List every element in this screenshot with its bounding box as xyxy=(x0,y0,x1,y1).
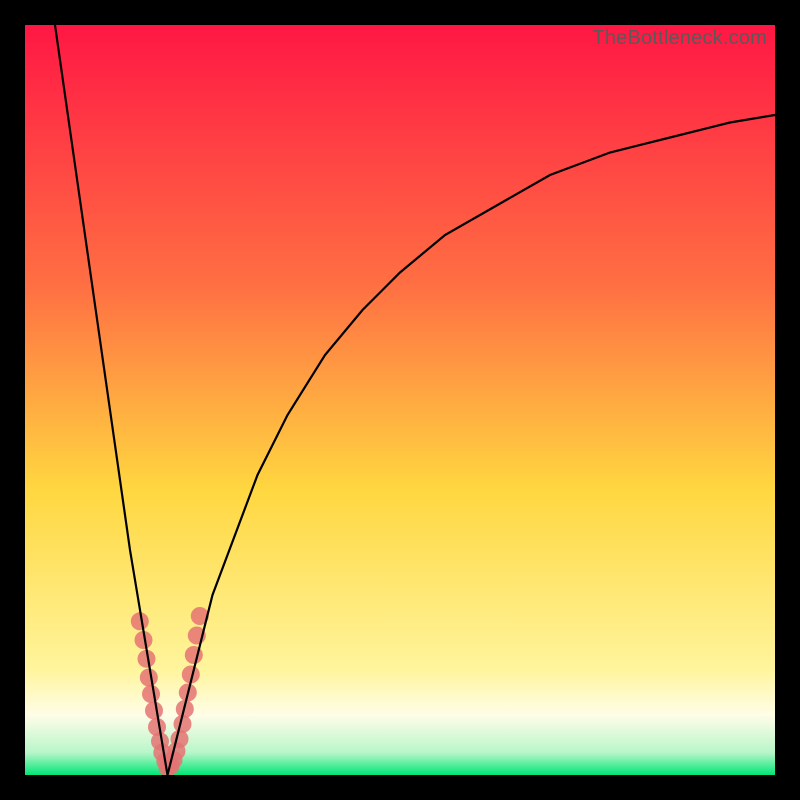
gradient-background xyxy=(25,25,775,775)
chart-frame: TheBottleneck.com xyxy=(0,0,800,800)
data-dot xyxy=(142,685,160,703)
watermark-text: TheBottleneck.com xyxy=(592,27,767,50)
data-dot xyxy=(140,669,158,687)
plot-area: TheBottleneck.com xyxy=(25,25,775,775)
data-dot xyxy=(171,730,189,748)
bottleneck-curve-chart xyxy=(25,25,775,775)
data-dot xyxy=(145,702,163,720)
